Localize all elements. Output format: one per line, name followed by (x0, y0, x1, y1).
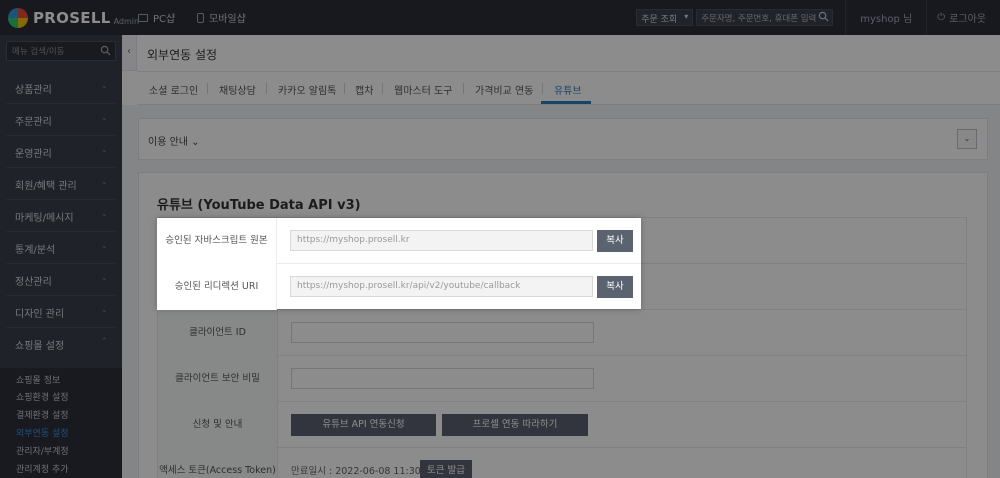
row-js-origin-highlight: 승인된 자바스크립트 원본 https://myshop.prosell.kr … (157, 218, 641, 264)
copy-redirect-button[interactable]: 복사 (597, 276, 633, 298)
redirect-label: 승인된 리디렉션 URI (157, 264, 277, 310)
row-redirect-highlight: 승인된 리디렉션 URI https://myshop.prosell.kr/a… (157, 264, 641, 310)
redirect-uri-field[interactable]: https://myshop.prosell.kr/api/v2/youtube… (290, 276, 593, 297)
js-origin-label: 승인된 자바스크립트 원본 (157, 218, 277, 264)
copy-js-origin-button[interactable]: 복사 (597, 230, 633, 252)
highlight-box: 승인된 자바스크립트 원본 https://myshop.prosell.kr … (157, 218, 641, 310)
js-origin-field[interactable]: https://myshop.prosell.kr (290, 230, 593, 251)
